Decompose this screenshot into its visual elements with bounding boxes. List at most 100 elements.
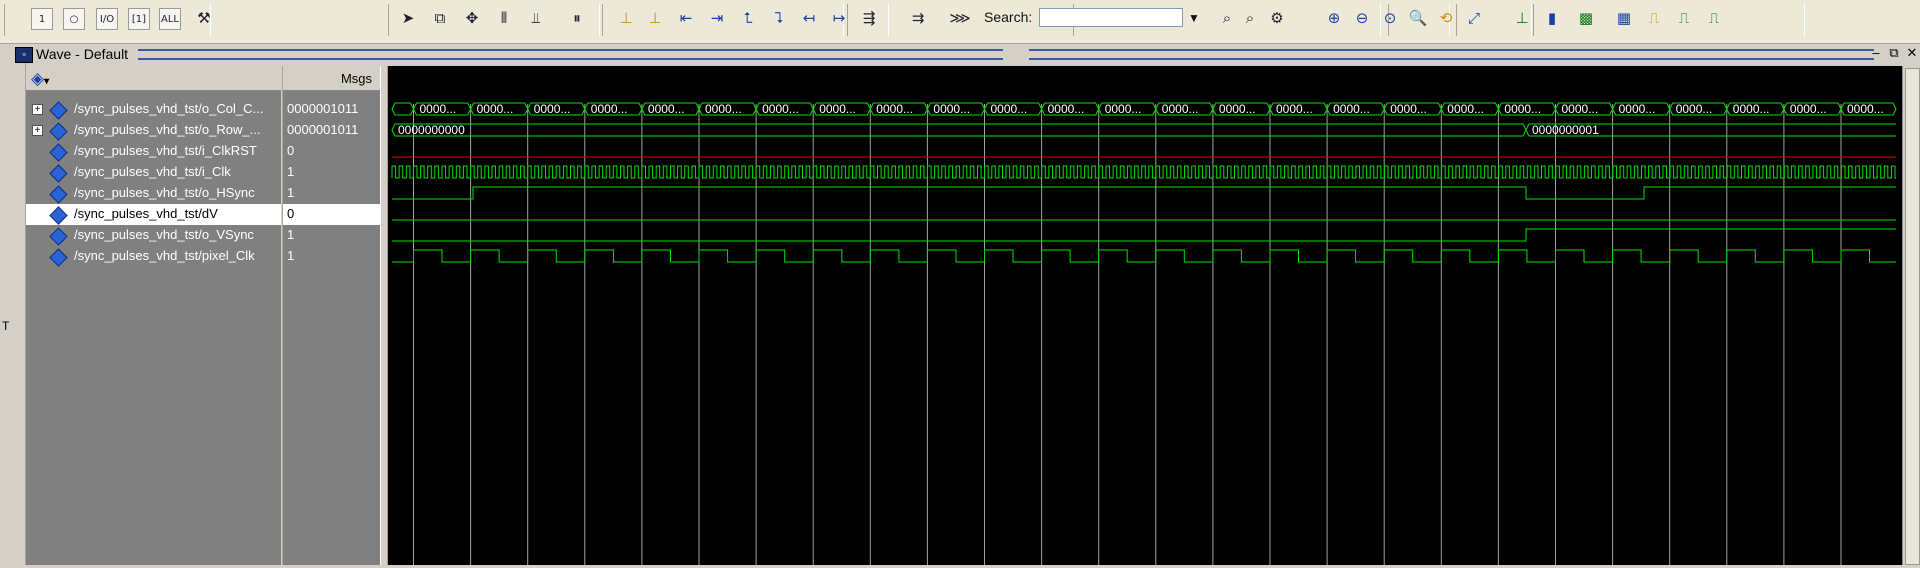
zoom-box-icon[interactable]: ⧉ [428, 6, 452, 30]
find-next-icon[interactable]: ↦ [827, 6, 851, 30]
expand-bus-icon[interactable]: ⇶ [857, 6, 881, 30]
pixel-clk-trace [392, 249, 1896, 263]
signal-value-row[interactable]: 0000001011 [283, 99, 380, 120]
wave-style-2-icon[interactable]: ▮ [1540, 6, 1564, 30]
titlebar-grip-left [138, 49, 1003, 60]
col-bus-label: 0000... [1562, 102, 1599, 116]
signal-name: /sync_pulses_vhd_tst/o_VSync [74, 227, 254, 242]
collapse-bus-icon[interactable]: ⇉ [906, 6, 930, 30]
col-bus-label: 0000... [1676, 102, 1713, 116]
find-previous-icon[interactable]: ↤ [797, 6, 821, 30]
signal-diamond-icon [49, 164, 68, 183]
signal-value-row[interactable]: 0000001011 [283, 120, 380, 141]
search-next-icon[interactable]: ⌕ [1238, 6, 1262, 30]
waveform-area[interactable]: 0000... 0000... 0000... 0000... 0000... 0000.… [387, 66, 1902, 565]
signal-value: 1 [287, 248, 295, 263]
col-bus-label: 0000... [1504, 102, 1541, 116]
search-dropdown-icon[interactable]: ▼ [1185, 8, 1203, 27]
col-bus-label: 0000... [1162, 102, 1199, 116]
signal-row[interactable]: /sync_pulses_vhd_tst/o_HSync [26, 183, 281, 204]
signal-name: /sync_pulses_vhd_tst/i_Clk [74, 164, 231, 179]
signal-value-row[interactable]: 1 [283, 225, 380, 246]
prev-transition-icon[interactable]: ⮤ [736, 6, 760, 30]
signal-row[interactable]: /sync_pulses_vhd_tst/i_ClkRST [26, 141, 281, 162]
restore-icon[interactable]: ⧉ [1886, 45, 1902, 63]
col-bus-label: 0000... [991, 102, 1028, 116]
cursor-pair-icon[interactable]: ⫴ [492, 6, 516, 30]
col-bus-label: 0000... [1447, 102, 1484, 116]
signal-value-row[interactable]: 1 [283, 246, 380, 267]
signal-value-row[interactable]: 1 [283, 183, 380, 204]
wave-window-icon: ≡ [15, 47, 33, 63]
signal-value-row[interactable]: 0 [283, 141, 380, 162]
signal-name: /sync_pulses_vhd_tst/pixel_Clk [74, 248, 255, 263]
col-bus-label: 0000... [1276, 102, 1313, 116]
restart-icon[interactable]: ○ [63, 8, 85, 30]
o-hsync-trace [392, 186, 1896, 200]
stop-run-icon[interactable]: ⏸ [565, 6, 589, 30]
next-edge-icon[interactable]: ⇥ [705, 6, 729, 30]
signal-name: /sync_pulses_vhd_tst/o_Row_... [74, 122, 261, 137]
signal-value-row[interactable]: 0 [283, 204, 380, 225]
prev-edge-icon[interactable]: ⇤ [674, 6, 698, 30]
wave-style-7-icon[interactable]: ⎍ [1702, 6, 1726, 30]
zoom-out-icon[interactable]: ⊖ [1350, 6, 1374, 30]
signal-name-panel: ◈▾ + /sync_pulses_vhd_tst/o_Col_C... + /syn… [26, 66, 281, 565]
signal-value: 1 [287, 164, 295, 179]
col-bus-label: 0000... [1333, 102, 1370, 116]
wave-style-1-icon[interactable]: ⊥ [1510, 6, 1534, 30]
col-bus-label: 0000... [1790, 102, 1827, 116]
zoom-range-icon[interactable]: ⤢ [1462, 6, 1486, 30]
signal-row[interactable]: /sync_pulses_vhd_tst/i_Clk [26, 162, 281, 183]
wave-style-6-icon[interactable]: ⎍ [1672, 6, 1696, 30]
search-input[interactable] [1039, 8, 1183, 27]
signal-diamond-icon [49, 122, 68, 141]
zoom-last-icon[interactable]: ⟲ [1434, 6, 1458, 30]
left-dock-strip: T [0, 63, 26, 565]
signal-row[interactable]: /sync_pulses_vhd_tst/pixel_Clk [26, 246, 281, 267]
col-bus-label: 0000... [762, 102, 799, 116]
signal-value-row[interactable]: 1 [283, 162, 380, 183]
signal-row[interactable]: + /sync_pulses_vhd_tst/o_Col_C... [26, 99, 281, 120]
signal-row[interactable]: /sync_pulses_vhd_tst/dV [26, 204, 281, 225]
signal-list-icon[interactable]: ◈▾ [31, 69, 49, 89]
vertical-scrollbar[interactable] [1902, 66, 1920, 565]
select-cursor-icon[interactable]: ➤ [396, 6, 420, 30]
next-transition-icon[interactable]: ⮧ [767, 6, 791, 30]
signal-value: 1 [287, 227, 295, 242]
zoom-cursor-icon[interactable]: 🔍 [1406, 6, 1430, 30]
col-bus-label: 0000... [1733, 102, 1770, 116]
o-vsync-trace [392, 228, 1896, 242]
split-icon[interactable]: ⋙ [948, 6, 972, 30]
wave-style-3-icon[interactable]: ▩ [1574, 6, 1598, 30]
logic-1-icon[interactable]: 1 [31, 8, 53, 30]
search-options-icon[interactable]: ⚙ [1265, 6, 1289, 30]
expand-icon[interactable]: + [32, 104, 43, 115]
search-previous-icon[interactable]: ⌕ [1215, 6, 1239, 30]
insert-cursor-icon[interactable]: ⫫ [524, 6, 548, 30]
zoom-full-icon[interactable]: ⊙ [1378, 6, 1402, 30]
wave-style-4-icon[interactable]: ▦ [1612, 6, 1636, 30]
add-cursor-icon[interactable]: ⊥ [614, 6, 638, 30]
scrollbar-track[interactable] [1905, 68, 1920, 565]
col-bus-label: 0000... [1847, 102, 1884, 116]
expand-icon[interactable]: + [32, 125, 43, 136]
col-bus-label: 0000... [591, 102, 628, 116]
bracket-icon[interactable]: [1] [128, 8, 150, 30]
zoom-in-icon[interactable]: ⊕ [1322, 6, 1346, 30]
pan-icon[interactable]: ✥ [460, 6, 484, 30]
signal-row[interactable]: /sync_pulses_vhd_tst/o_VSync [26, 225, 281, 246]
left-dock-label: T [2, 319, 10, 333]
wave-style-5-icon[interactable]: ⎍ [1642, 6, 1666, 30]
tools-icon[interactable]: ⚒ [192, 6, 216, 30]
remove-cursor-icon[interactable]: ⊥ [643, 6, 667, 30]
col-bus-label: 0000... [1619, 102, 1656, 116]
signal-row[interactable]: + /sync_pulses_vhd_tst/o_Row_... [26, 120, 281, 141]
close-icon[interactable]: ✕ [1904, 45, 1920, 63]
toolbar: 1 ○ I/O [1] ALL ⚒ ➤ ⧉ ✥ ⫴ ⫫ ⏸ ⊥ ⊥ ⇤ ⇥ ⮤ ⮧ ↤ ↦ ⇶ ⇉ ⋙ ⌕ ⌕ ⚙ ⊕ ⊖ ⊙ 🔍 ⟲ ⤢ ⊥ ▮… [0, 0, 1920, 44]
io-icon[interactable]: I/O [96, 8, 118, 30]
waveform-canvas[interactable]: 0000... 0000... 0000... 0000... 0000... 0000.… [388, 66, 1902, 565]
col-bus-label: 0000... [933, 102, 970, 116]
minimize-icon[interactable]: – [1868, 45, 1884, 63]
all-icon[interactable]: ALL [159, 8, 181, 30]
